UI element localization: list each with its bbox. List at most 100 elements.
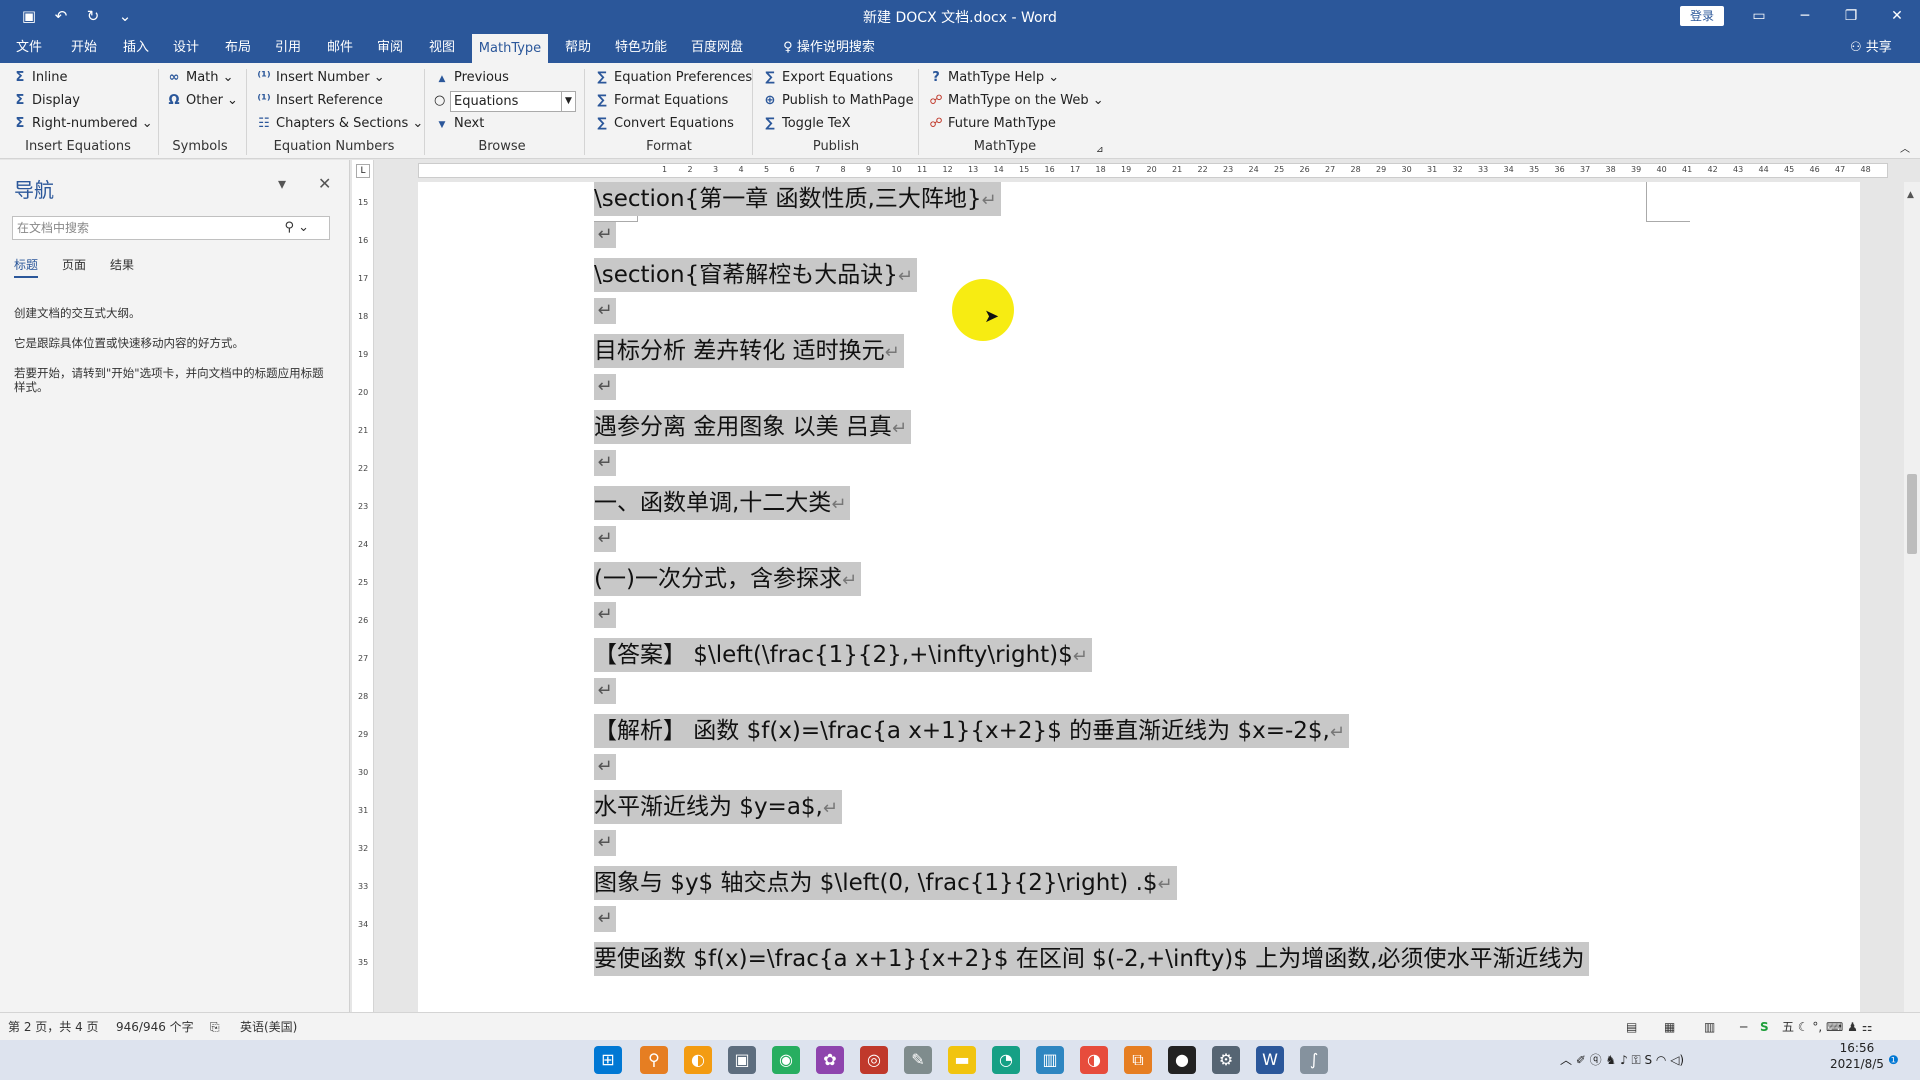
insert-number-button[interactable]: ⁽¹⁾ Insert Number ⌄ [256,67,384,89]
document-line[interactable]: 【答案】 $\left(\frac{1}{2},+\infty\right)$↵ [594,638,1092,672]
mathtype-app-icon[interactable]: ∫ [1300,1046,1328,1074]
search-icon[interactable]: ⚲ ⌄ [284,217,309,239]
mathtype-web-button[interactable]: ☍ MathType on the Web ⌄ [928,90,1103,112]
zoom-out-icon[interactable]: ─ [1740,1013,1747,1041]
browse-type-select[interactable]: Equations ▼ [450,91,576,112]
app-icon-1[interactable]: ◐ [684,1046,712,1074]
nav-tab-headings[interactable]: 标题 [14,256,39,278]
document-line[interactable]: 图象与 $y$ 轴交点为 $\left(0, \frac{1}{2}\right… [594,866,1177,900]
document-line[interactable]: 要使函数 $f(x)=\frac{a x+1}{x+2}$ 在区间 $(-2,+… [594,942,1589,976]
insert-reference-button[interactable]: ⁽¹⁾ Insert Reference [256,90,382,112]
file-explorer-icon[interactable]: ▬ [948,1046,976,1074]
ribbon-display-icon[interactable]: ▭ [1736,0,1782,32]
restore-icon[interactable]: ❐ [1828,0,1874,32]
future-mathtype-button[interactable]: ☍ Future MathType [928,113,1056,135]
empty-paragraph[interactable]: ↵ [594,754,616,780]
export-equations-button[interactable]: ∑ Export Equations [762,67,893,89]
word-icon[interactable]: W [1256,1046,1284,1074]
app-icon-4[interactable]: ✿ [816,1046,844,1074]
app-icon-6[interactable]: ▥ [1036,1046,1064,1074]
nav-tab-results[interactable]: 结果 [110,256,134,278]
document-line[interactable]: 目标分析 差卉转化 适时换元↵ [594,334,904,368]
web-layout-icon[interactable]: ▥ [1704,1013,1715,1041]
document-line[interactable]: \section{第一章 函数性质,三大阵地}↵ [594,182,1001,216]
empty-paragraph[interactable]: ↵ [594,526,616,552]
document-line[interactable]: (一)一次分式，含参探求↵ [594,562,862,596]
document-line[interactable]: \section{窅莃解椌も大品诀}↵ [594,258,917,292]
document-line[interactable]: 一、函数单调,十二大类↵ [594,486,851,520]
page-count[interactable]: 第 2 页，共 4 页 [8,1013,99,1041]
app-icon-7[interactable]: ◑ [1080,1046,1108,1074]
vertical-scrollbar[interactable]: ▲ [1904,182,1920,1012]
tab-selector-icon[interactable]: L [356,164,370,178]
document-line[interactable]: 水平渐近线为 $y=a$,↵ [594,790,842,824]
tab-baidu-netdisk[interactable]: 百度网盘 [684,32,750,63]
nav-tab-pages[interactable]: 页面 [62,256,86,278]
nav-close-icon[interactable]: ✕ [318,174,331,193]
login-button[interactable]: 登录 [1680,6,1724,26]
print-layout-icon[interactable]: ▦ [1664,1013,1675,1041]
tab-view[interactable]: 视图 [422,32,462,63]
chapters-sections-button[interactable]: ☷ Chapters & Sections ⌄ [256,113,423,135]
search-app-icon[interactable]: ⚲ [640,1046,668,1074]
start-icon[interactable]: ⊞ [594,1046,622,1074]
tab-help[interactable]: 帮助 [558,32,598,63]
tell-me-search[interactable]: ♀ 操作说明搜索 [764,32,894,63]
mathtype-help-button[interactable]: ? MathType Help ⌄ [928,67,1059,89]
language-indicator[interactable]: 英语(美国) [240,1013,297,1041]
app-icon-5[interactable]: ◎ [860,1046,888,1074]
previous-button[interactable]: ▲ Previous [434,67,509,89]
edge-icon[interactable]: ◔ [992,1046,1020,1074]
empty-paragraph[interactable]: ↵ [594,830,616,856]
empty-paragraph[interactable]: ↵ [594,678,616,704]
empty-paragraph[interactable]: ↵ [594,906,616,932]
empty-paragraph[interactable]: ↵ [594,450,616,476]
notification-icon[interactable]: ❶ [1888,1040,1899,1080]
next-button[interactable]: ▼ Next [434,113,485,135]
format-equations-button[interactable]: ∑ Format Equations [594,90,728,112]
tab-home[interactable]: 开始 [64,32,104,63]
display-button[interactable]: Σ Display [12,90,80,112]
publish-mathpage-button[interactable]: ⊕ Publish to MathPage [762,90,914,112]
document-line[interactable]: 遇参分离 金用图象 以美 吕真↵ [594,410,912,444]
equation-preferences-button[interactable]: ∑ Equation Preferences [594,67,752,89]
tab-mailings[interactable]: 邮件 [320,32,360,63]
notepad-icon[interactable]: ✎ [904,1046,932,1074]
read-mode-icon[interactable]: ▤ [1626,1013,1637,1041]
share-button[interactable]: ⚇ 共享 [1850,32,1892,63]
minimize-icon[interactable]: ─ [1782,0,1828,32]
word-count[interactable]: 946/946 个字 [116,1013,194,1041]
empty-paragraph[interactable]: ↵ [594,374,616,400]
right-numbered-button[interactable]: Σ Right-numbered ⌄ [12,113,153,135]
close-icon[interactable]: ✕ [1874,0,1920,32]
convert-equations-button[interactable]: ∑ Convert Equations [594,113,734,135]
settings-icon[interactable]: ⚙ [1212,1046,1240,1074]
collapse-ribbon-icon[interactable]: ︿ [1900,139,1910,161]
nav-search-input[interactable]: 在文档中搜索 ⚲ ⌄ [12,216,330,240]
app-icon-3[interactable]: ◉ [772,1046,800,1074]
tab-features[interactable]: 特色功能 [608,32,674,63]
document-line[interactable]: 【解析】 函数 $f(x)=\frac{a x+1}{x+2}$ 的垂直渐近线为… [594,714,1349,748]
app-icon-2[interactable]: ▣ [728,1046,756,1074]
toggle-tex-button[interactable]: ∑ Toggle TeX [762,113,850,135]
tab-mathtype[interactable]: MathType [472,34,548,63]
tab-file[interactable]: 文件 [10,32,48,63]
tab-references[interactable]: 引用 [268,32,308,63]
empty-paragraph[interactable]: ↵ [594,222,616,248]
math-symbols-button[interactable]: ∞ Math ⌄ [166,67,234,89]
empty-paragraph[interactable]: ↵ [594,298,616,324]
empty-paragraph[interactable]: ↵ [594,602,616,628]
dialog-launcher-icon[interactable]: ⊿ [1096,139,1104,161]
tab-insert[interactable]: 插入 [116,32,156,63]
record-icon[interactable]: ● [1168,1046,1196,1074]
system-tray-icons[interactable]: ︿ ✐ ⓠ ♞ ♪ ⚿ S ◠ ◁) [1560,1040,1684,1080]
tab-layout[interactable]: 布局 [218,32,258,63]
app-icon-8[interactable]: ⧉ [1124,1046,1152,1074]
proofing-icon[interactable]: ⎘ [210,1013,220,1041]
tab-design[interactable]: 设计 [166,32,206,63]
inline-button[interactable]: Σ Inline [12,67,68,89]
tab-review[interactable]: 审阅 [370,32,410,63]
scroll-thumb[interactable] [1907,474,1917,554]
other-symbols-button[interactable]: Ω Other ⌄ [166,90,237,112]
nav-options-icon[interactable]: ▾ [278,174,286,193]
